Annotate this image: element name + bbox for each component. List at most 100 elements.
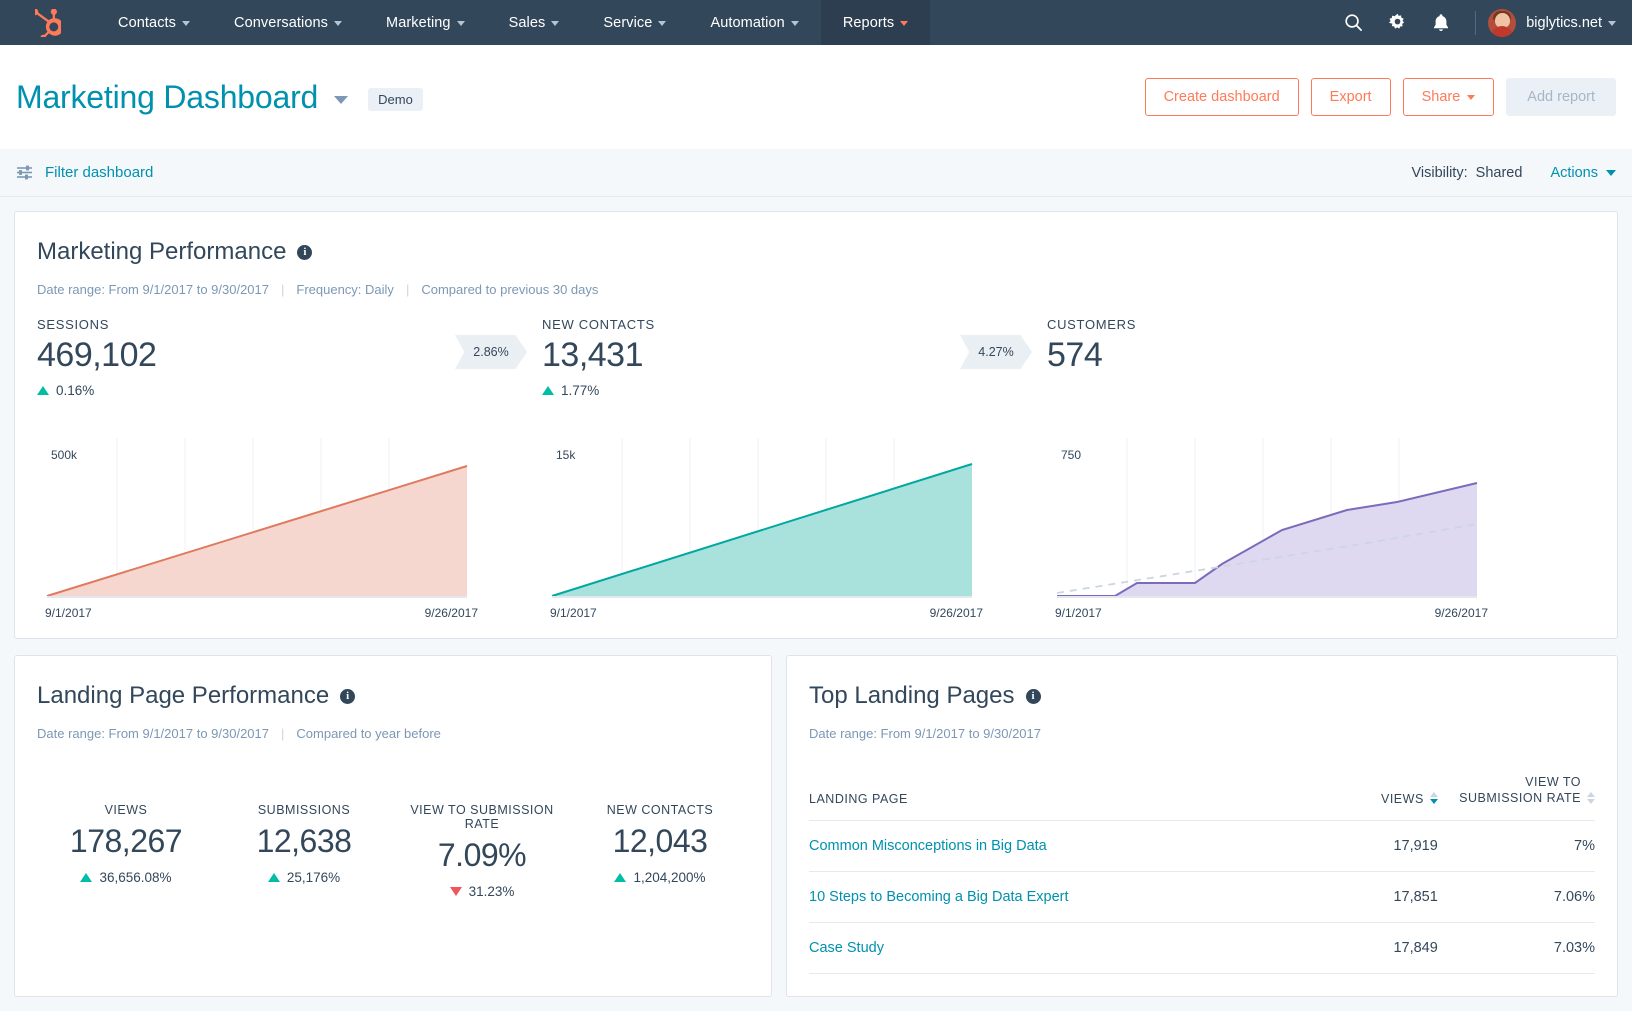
cell-views: 17,919 — [1281, 821, 1438, 872]
info-icon[interactable]: i — [297, 245, 312, 260]
chevron-down-icon — [457, 21, 465, 26]
nav-item-reports[interactable]: Reports — [821, 0, 930, 45]
dashboard-switcher-chevron-down-icon[interactable] — [334, 96, 348, 104]
nav-item-label: Conversations — [234, 15, 328, 31]
lpp-kpi-delta-value: 1,204,200% — [633, 870, 705, 885]
new-contacts-x-axis: 9/1/2017 9/26/2017 — [542, 606, 1047, 620]
account-menu[interactable]: biglytics.net — [1526, 15, 1602, 31]
gear-icon — [1388, 13, 1407, 32]
trend-down-icon — [450, 887, 462, 896]
chevron-down-icon — [1606, 170, 1616, 176]
kpi-label: NEW CONTACTS — [542, 317, 1047, 332]
trend-up-icon — [614, 873, 626, 882]
sort-rate-icon[interactable] — [1587, 792, 1595, 804]
lpp-kpi-value: 12,638 — [215, 823, 393, 860]
kpi-delta: 0.16% — [37, 383, 542, 398]
landing-page-performance-card: Landing Page Performance i Date range: F… — [14, 655, 772, 997]
hubspot-logo-link[interactable] — [0, 0, 96, 45]
nav-item-service[interactable]: Service — [581, 0, 688, 45]
sessions-area-chart-svg — [37, 438, 477, 598]
table-row: Case Study 17,849 7.03% — [809, 923, 1595, 974]
marketing-performance-title-row: Marketing Performance i — [37, 238, 1595, 266]
top-landing-pages-meta: Date range: From 9/1/2017 to 9/30/2017 — [809, 726, 1595, 741]
page-header: Marketing Dashboard Demo Create dashboar… — [0, 45, 1632, 149]
nav-item-automation[interactable]: Automation — [688, 0, 820, 45]
cell-rate: 7% — [1438, 821, 1595, 872]
customers-chart: 750 9/1/2017 9/26/2017 — [1047, 438, 1552, 620]
nav-item-contacts[interactable]: Contacts — [96, 0, 212, 45]
column-header-landing-page[interactable]: LANDING PAGE — [809, 775, 1281, 821]
marketing-performance-meta: Date range: From 9/1/2017 to 9/30/2017 |… — [37, 282, 1595, 297]
column-header-views[interactable]: VIEWS — [1281, 775, 1438, 821]
nav-item-label: Reports — [843, 15, 894, 31]
page-title[interactable]: Marketing Dashboard — [16, 79, 318, 116]
visibility-label: Visibility: — [1411, 165, 1467, 181]
column-header-label: VIEW TO SUBMISSION RATE — [1438, 775, 1581, 806]
column-header-view-to-submission-rate[interactable]: VIEW TO SUBMISSION RATE — [1438, 775, 1595, 821]
trend-up-icon — [268, 873, 280, 882]
lpp-kpi-value: 12,043 — [571, 823, 749, 860]
sort-views-icon[interactable] — [1430, 792, 1438, 804]
avatar[interactable] — [1488, 9, 1516, 37]
top-landing-pages-title-row: Top Landing Pages i — [809, 682, 1595, 710]
kpi-row: SESSIONS 469,102 0.16% NEW CONTACTS 13,4… — [37, 317, 1595, 398]
meta-comparison: Compared to previous 30 days — [421, 282, 598, 297]
kpi-delta-value: 1.77% — [561, 383, 599, 398]
chevron-down-icon — [791, 21, 799, 26]
kpi-value: 574 — [1047, 336, 1552, 375]
landing-page-performance-title: Landing Page Performance — [37, 682, 329, 710]
landing-page-link[interactable]: Common Misconceptions in Big Data — [809, 838, 1047, 854]
lpp-kpi-delta-value: 36,656.08% — [99, 870, 171, 885]
trend-up-icon — [542, 386, 554, 395]
nav-item-label: Service — [603, 15, 652, 31]
info-icon[interactable]: i — [1026, 689, 1041, 704]
create-dashboard-label: Create dashboard — [1164, 89, 1280, 105]
settings-button[interactable] — [1375, 0, 1419, 45]
x-tick-end: 9/26/2017 — [1435, 606, 1488, 620]
avatar-body — [1491, 26, 1513, 37]
filter-dashboard-button[interactable]: Filter dashboard — [16, 164, 153, 181]
customers-y-tick-label: 750 — [1061, 448, 1081, 462]
visibility-value: Shared — [1476, 165, 1523, 181]
lpp-kpi-view-to-submission-rate: VIEW TO SUBMISSION RATE 7.09% 31.23% — [393, 803, 571, 899]
lpp-kpi-delta: 25,176% — [215, 870, 393, 885]
share-button[interactable]: Share — [1403, 78, 1495, 116]
actions-menu-button[interactable]: Actions — [1550, 165, 1616, 181]
sort-ascending-icon — [1587, 792, 1595, 797]
notifications-button[interactable] — [1419, 0, 1463, 45]
customers-x-axis: 9/1/2017 9/26/2017 — [1047, 606, 1552, 620]
lpp-kpi-delta: 31.23% — [393, 884, 571, 899]
cell-rate: 7.03% — [1438, 923, 1595, 974]
meta-divider: | — [281, 282, 284, 297]
meta-date-range: Date range: From 9/1/2017 to 9/30/2017 — [37, 282, 269, 297]
lpp-kpi-label: SUBMISSIONS — [215, 803, 393, 817]
nav-item-conversations[interactable]: Conversations — [212, 0, 364, 45]
new-contacts-y-tick-label: 15k — [556, 448, 575, 462]
info-icon[interactable]: i — [340, 689, 355, 704]
marketing-performance-card: Marketing Performance i Date range: From… — [14, 211, 1618, 639]
share-label: Share — [1422, 89, 1461, 105]
chevron-down-icon — [182, 21, 190, 26]
export-button[interactable]: Export — [1311, 78, 1391, 116]
landing-page-link[interactable]: 10 Steps to Becoming a Big Data Expert — [809, 889, 1069, 905]
nav-item-marketing[interactable]: Marketing — [364, 0, 487, 45]
x-tick-start: 9/1/2017 — [1055, 606, 1102, 620]
sessions-x-axis: 9/1/2017 9/26/2017 — [37, 606, 542, 620]
filter-sliders-icon — [16, 165, 33, 180]
x-tick-start: 9/1/2017 — [45, 606, 92, 620]
create-dashboard-button[interactable]: Create dashboard — [1145, 78, 1299, 116]
add-report-button[interactable]: Add report — [1506, 78, 1616, 116]
add-report-label: Add report — [1527, 89, 1595, 105]
landing-page-link[interactable]: Case Study — [809, 940, 884, 956]
search-button[interactable] — [1331, 0, 1375, 45]
meta-date-range: Date range: From 9/1/2017 to 9/30/2017 — [37, 726, 269, 741]
landing-page-kpi-row: VIEWS 178,267 36,656.08% SUBMISSIONS 12,… — [37, 803, 749, 899]
cell-views: 17,851 — [1281, 872, 1438, 923]
kpi-delta-value: 0.16% — [56, 383, 94, 398]
search-icon — [1344, 13, 1363, 32]
nav-item-label: Marketing — [386, 15, 451, 31]
lpp-kpi-value: 7.09% — [393, 837, 571, 874]
nav-item-sales[interactable]: Sales — [487, 0, 582, 45]
charts-row: 500k 9/1/2017 9/26/2017 15 — [37, 438, 1595, 620]
top-landing-pages-table: LANDING PAGE VIEWS — [809, 775, 1595, 974]
